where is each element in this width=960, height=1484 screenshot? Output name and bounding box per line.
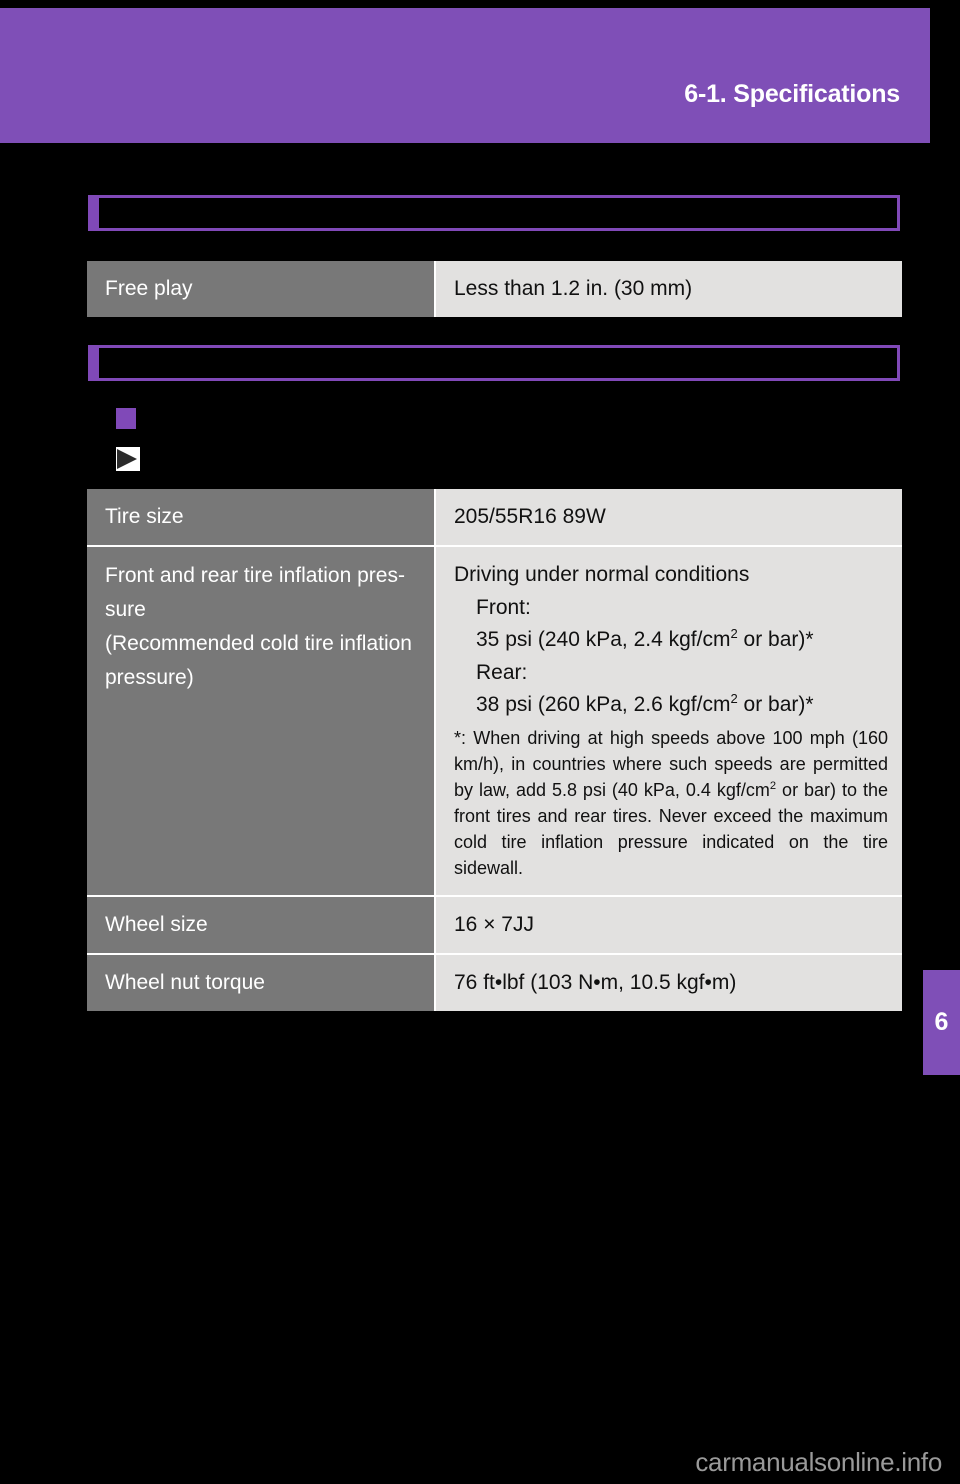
free-play-value-cell: Less than 1.2 in. (30 mm) — [435, 261, 902, 318]
wheel-size-label: Wheel size — [105, 913, 208, 937]
front-label: Front: — [476, 595, 531, 619]
inflation-pressure-value: Driving under normal conditions Front: 3… — [436, 547, 902, 895]
inflation-label-line-2: sure — [105, 598, 146, 622]
table-row: Free play Less than 1.2 in. (30 mm) — [87, 261, 902, 318]
wheel-size-value: 16 × 7JJ — [454, 913, 534, 937]
subsection-flag-marker — [116, 447, 150, 471]
rear-pressure-exponent: 2 — [730, 691, 738, 707]
front-pressure-main: 35 psi (240 kPa, 2.4 kgf/cm — [476, 628, 731, 652]
table-row: Wheel nut torque 76 ft•lbf (103 N•m, 10.… — [87, 954, 902, 1012]
chapter-tab: 6 — [923, 970, 960, 1075]
subsection-bullet — [116, 408, 146, 429]
site-watermark: carmanualsonline.info — [695, 1447, 942, 1477]
section-accent-block — [88, 345, 99, 381]
rear-pressure-value: 38 psi (260 kPa, 2.6 kgf/cm2 or bar)* — [454, 689, 888, 722]
front-pressure-suffix: or bar)* — [737, 628, 814, 652]
square-bullet-icon — [116, 408, 136, 429]
table-row: Wheel size 16 × 7JJ — [87, 896, 902, 956]
inflation-pressure-value-cell: Driving under normal conditions Front: 3… — [435, 546, 902, 898]
free-play-label-cell: Free play — [87, 261, 436, 318]
free-play-value: Less than 1.2 in. (30 mm) — [454, 277, 693, 300]
inflation-pressure-label: Front and rear tire inflation pres- sure… — [87, 547, 434, 709]
driving-condition-line: Driving under normal conditions — [454, 563, 750, 587]
wheel-size-label-cell: Wheel size — [87, 896, 436, 956]
page-title: 6-1. Specifications — [684, 80, 900, 108]
high-speed-footnote: *: When driving at high speeds above 100… — [454, 725, 888, 882]
page-header-band: 6-1. Specifications — [0, 8, 930, 143]
rear-pressure-suffix: or bar)* — [737, 693, 814, 717]
wheel-nut-torque-value-cell: 76 ft•lbf (103 N•m, 10.5 kgf•m) — [435, 954, 902, 1012]
free-play-label: Free play — [105, 277, 193, 300]
triangle-flag-icon — [116, 447, 140, 471]
table-row: Tire size 205/55R16 89W — [87, 489, 902, 548]
section-heading-bar-tires — [88, 345, 900, 381]
tire-size-label: Tire size — [105, 505, 184, 528]
wheel-size-value-cell: 16 × 7JJ — [435, 896, 902, 956]
wheel-nut-torque-label: Wheel nut torque — [105, 971, 265, 995]
tire-size-label-cell: Tire size — [87, 489, 436, 548]
tire-spec-table: Tire size 205/55R16 89W Front and rear t… — [87, 489, 902, 1012]
front-pressure-value: 35 psi (240 kPa, 2.4 kgf/cm2 or bar)* — [454, 624, 888, 657]
section-heading-box — [99, 345, 900, 381]
section-heading-bar-steering — [88, 195, 900, 231]
rear-pressure-main: 38 psi (260 kPa, 2.6 kgf/cm — [476, 693, 731, 717]
tire-size-value-cell: 205/55R16 89W — [435, 489, 902, 548]
steering-spec-table: Free play Less than 1.2 in. (30 mm) — [87, 261, 902, 318]
inflation-label-line-3: (Recommended cold tire inflation — [105, 632, 412, 656]
section-accent-block — [88, 195, 99, 231]
wheel-nut-torque-label-cell: Wheel nut torque — [87, 954, 436, 1012]
chapter-tab-number: 6 — [934, 1008, 949, 1036]
inflation-pressure-label-cell: Front and rear tire inflation pres- sure… — [87, 546, 436, 898]
inflation-label-line-4: pressure) — [105, 666, 194, 690]
wheel-nut-torque-value: 76 ft•lbf (103 N•m, 10.5 kgf•m) — [454, 971, 737, 995]
rear-label: Rear: — [476, 660, 528, 684]
table-row: Front and rear tire inflation pres- sure… — [87, 546, 902, 898]
tire-size-value: 205/55R16 89W — [454, 505, 606, 528]
section-heading-box — [99, 195, 900, 231]
front-pressure-exponent: 2 — [730, 626, 738, 642]
inflation-label-line-1: Front and rear tire inflation pres- — [105, 564, 405, 588]
